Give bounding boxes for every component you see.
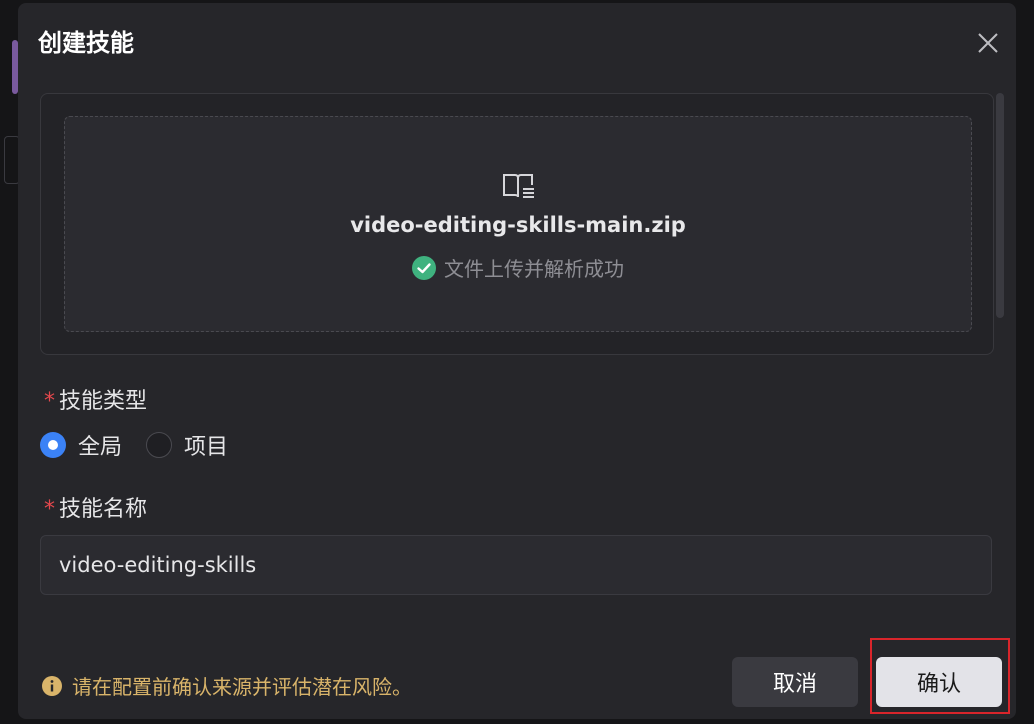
close-icon: [978, 33, 998, 53]
upload-status: 文件上传并解析成功: [65, 253, 971, 282]
required-mark: *: [44, 389, 55, 414]
scrollbar[interactable]: [996, 93, 1004, 318]
skill-name-label-text: 技能名称: [59, 497, 148, 522]
cancel-button[interactable]: 取消: [732, 657, 858, 707]
check-circle-icon: [412, 255, 436, 280]
confirm-button[interactable]: 确认: [876, 657, 1002, 707]
uploaded-file-name: video-editing-skills-main.zip: [350, 213, 686, 237]
skill-type-label: * 技能类型: [44, 383, 147, 415]
book-list-icon: [503, 174, 534, 198]
upload-panel: video-editing-skills-main.zip 文件上传并解析成功: [40, 93, 994, 355]
radio-option-global[interactable]: 全局: [40, 429, 122, 461]
radio-unchecked-icon[interactable]: [146, 432, 173, 458]
radio-checked-icon[interactable]: [40, 432, 66, 458]
dialog-title: 创建技能: [38, 29, 134, 57]
file-dropzone[interactable]: video-editing-skills-main.zip 文件上传并解析成功: [64, 116, 972, 332]
required-mark: *: [44, 497, 55, 522]
skill-type-radio-group: 全局 项目: [40, 429, 228, 461]
skill-name-label: * 技能名称: [44, 491, 147, 523]
upload-status-text: 文件上传并解析成功: [444, 257, 624, 281]
radio-label-project: 项目: [184, 435, 229, 460]
radio-option-project[interactable]: 项目: [146, 429, 228, 461]
radio-label-global: 全局: [78, 435, 123, 460]
skill-type-label-text: 技能类型: [59, 389, 148, 414]
close-button[interactable]: [972, 27, 1004, 59]
skill-name-input[interactable]: [40, 535, 992, 595]
risk-warning: 请在配置前确认来源并评估潜在风险。: [42, 671, 412, 700]
info-icon: [42, 675, 62, 696]
create-skill-dialog: 创建技能 video-editing-skills-main.zip 文件上传并: [18, 3, 1016, 719]
risk-warning-text: 请在配置前确认来源并评估潜在风险。: [72, 675, 412, 699]
